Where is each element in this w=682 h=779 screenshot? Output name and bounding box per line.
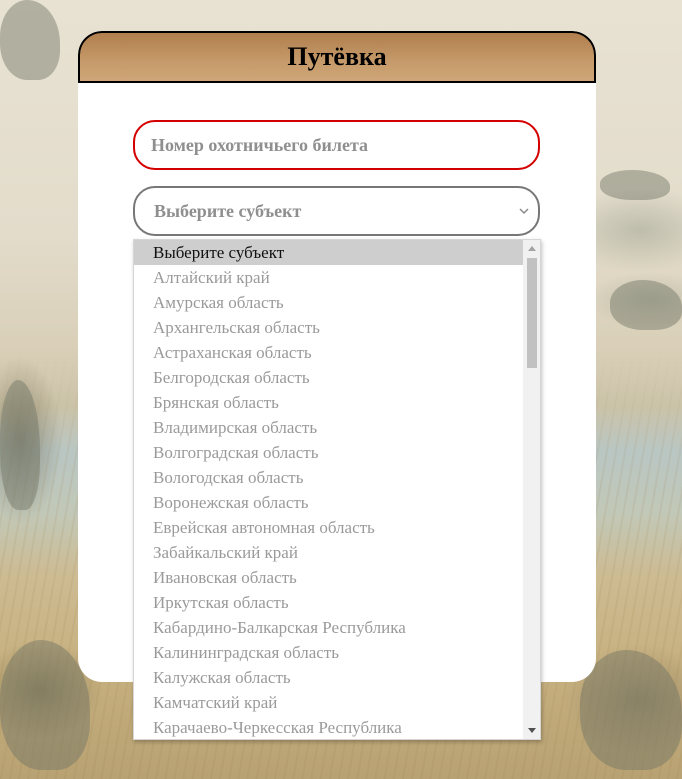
- dropdown-option[interactable]: Выберите субъект: [134, 240, 525, 265]
- subject-dropdown-list[interactable]: Выберите субъект Алтайский край Амурская о…: [133, 239, 541, 740]
- dropdown-option[interactable]: Алтайский край: [134, 265, 525, 290]
- background-duck-right-2: [610, 280, 682, 330]
- dropdown-option[interactable]: Еврейская автономная область: [134, 515, 525, 540]
- scroll-thumb[interactable]: [527, 258, 537, 368]
- dropdown-option[interactable]: Калужская область: [134, 665, 525, 690]
- dropdown-option[interactable]: Иркутская область: [134, 590, 525, 615]
- scroll-up-button[interactable]: [523, 240, 540, 256]
- dropdown-option[interactable]: Архангельская область: [134, 315, 525, 340]
- subject-select-value: Выберите субъект: [154, 200, 302, 221]
- dropdown-option[interactable]: Владимирская область: [134, 415, 525, 440]
- dropdown-option[interactable]: Амурская область: [134, 290, 525, 315]
- triangle-down-icon: [527, 728, 536, 733]
- dropdown-options: Выберите субъект Алтайский край Амурская о…: [134, 240, 525, 739]
- dropdown-option[interactable]: Астраханская область: [134, 340, 525, 365]
- dropdown-option[interactable]: Вологодская область: [134, 465, 525, 490]
- page-title: Путёвка: [287, 42, 387, 71]
- triangle-up-icon: [527, 246, 536, 251]
- dropdown-option[interactable]: Воронежская область: [134, 490, 525, 515]
- background-duck-right: [600, 170, 670, 200]
- hunting-ticket-input[interactable]: Номер охотничьего билета: [133, 120, 540, 170]
- dropdown-option[interactable]: Калининградская область: [134, 640, 525, 665]
- dropdown-option[interactable]: Белгородская область: [134, 365, 525, 390]
- subject-select[interactable]: Выберите субъект: [133, 186, 540, 236]
- dropdown-option[interactable]: Камчатский край: [134, 690, 525, 715]
- dropdown-option[interactable]: Волгоградская область: [134, 440, 525, 465]
- hunting-ticket-placeholder: Номер охотничьего билета: [151, 134, 369, 155]
- dropdown-option[interactable]: Забайкальский край: [134, 540, 525, 565]
- dropdown-option[interactable]: Карачаево-Черкесская Республика: [134, 715, 525, 739]
- dropdown-scrollbar[interactable]: [523, 240, 540, 739]
- dropdown-option[interactable]: Брянская область: [134, 390, 525, 415]
- dropdown-option[interactable]: Ивановская область: [134, 565, 525, 590]
- dropdown-option[interactable]: Кабардино-Балкарская Республика: [134, 615, 525, 640]
- card-header: Путёвка: [78, 31, 596, 83]
- scroll-down-button[interactable]: [523, 723, 540, 739]
- chevron-down-icon: [519, 208, 529, 215]
